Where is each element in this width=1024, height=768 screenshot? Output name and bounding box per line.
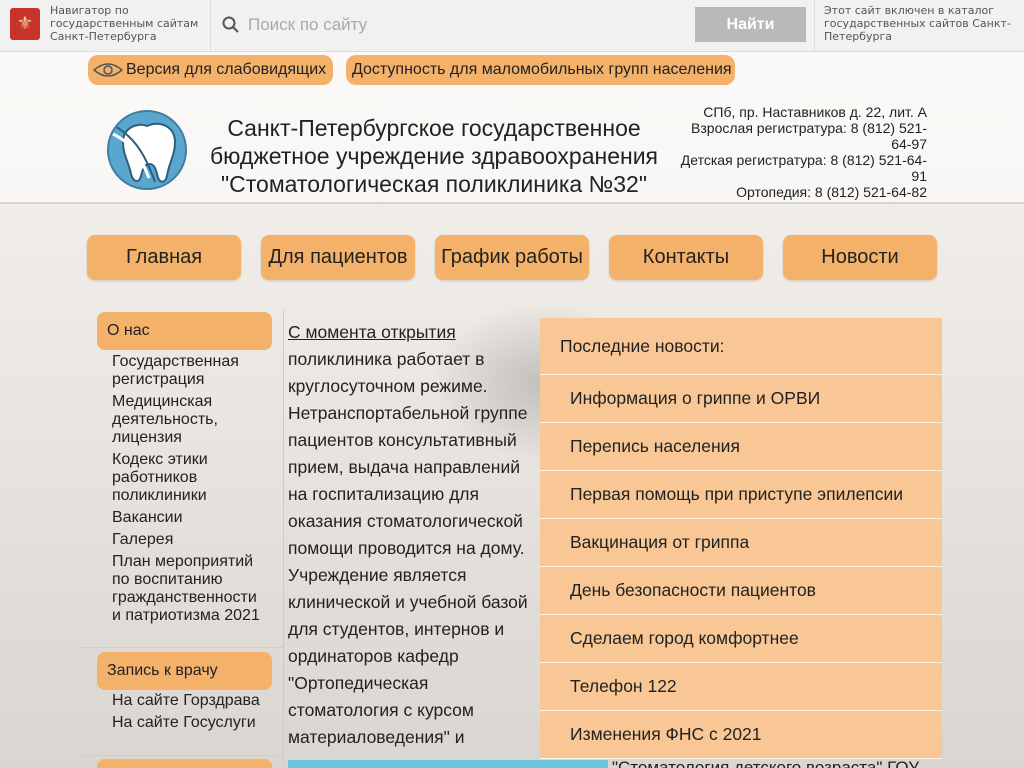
sidebar-link-ethics-code[interactable]: Кодекс этики работников поликлиники [112, 451, 262, 505]
news-item[interactable]: Изменения ФНС с 2021 [540, 711, 942, 759]
about-lead-link[interactable]: С момента открытия [288, 322, 456, 342]
org-name-line: Санкт-Петербургское государственное [227, 115, 641, 141]
organization-name: Санкт-Петербургское государственное бюдж… [196, 114, 672, 198]
eye-icon [92, 63, 124, 77]
adult-registry-phone: Взрослая регистратура: 8 (812) 521-64-97 [691, 120, 927, 152]
divider [78, 647, 283, 648]
divider [210, 0, 211, 52]
sidebar-link-state-registration[interactable]: Государственная регистрация [112, 353, 262, 389]
sidebar-appointment-header[interactable]: Запись к врачу [97, 652, 272, 690]
sidebar-link-gorzdrav[interactable]: На сайте Горздрава [112, 692, 262, 710]
news-item[interactable]: День безопасности пациентов [540, 567, 942, 615]
news-item[interactable]: Информация о гриппе и ОРВИ [540, 375, 942, 423]
sidebar-link-patriotism-plan[interactable]: План мероприятий по воспитанию гражданст… [112, 553, 262, 625]
nav-contacts[interactable]: Контакты [609, 235, 763, 280]
search-icon [222, 16, 239, 33]
gov-catalog-link[interactable]: Этот сайт включен в каталог государствен… [824, 4, 1024, 43]
sidebar-link-gosuslugi[interactable]: На сайте Госуслуги [112, 714, 262, 732]
latest-news-panel: Последние новости: Информация о гриппе и… [540, 318, 942, 759]
org-name-line: бюджетное учреждение здравоохранения [209, 143, 658, 169]
gov-navigator-bar: ⚜ Навигатор по государственным сайтам Са… [0, 0, 1024, 52]
news-item[interactable]: Вакцинация от гриппа [540, 519, 942, 567]
sidebar-next-header[interactable] [97, 759, 272, 768]
low-vision-label: Версия для слабовидящих [126, 61, 327, 78]
org-name-line: "Стоматологическая поликлиника №32" [220, 171, 647, 197]
nav-home[interactable]: Главная [87, 235, 241, 280]
address: СПб, пр. Наставников д. 22, лит. А [703, 104, 927, 120]
news-item[interactable]: Первая помощь при приступе эпилепсии [540, 471, 942, 519]
divider [78, 755, 283, 756]
search-button[interactable]: Найти [695, 7, 806, 42]
nav-schedule[interactable]: График работы [435, 235, 589, 280]
nav-for-patients[interactable]: Для пациентов [261, 235, 415, 280]
clinic-photo [288, 760, 608, 768]
news-item[interactable]: Перепись населения [540, 423, 942, 471]
news-title: Последние новости: [540, 318, 942, 375]
sidebar-about-links: Государственная регистрация Медицинская … [112, 353, 262, 629]
mobility-accessibility-button[interactable]: Доступность для маломобильных групп насе… [346, 55, 735, 85]
header-contacts: СПб, пр. Наставников д. 22, лит. А Взрос… [680, 104, 927, 200]
nav-news[interactable]: Новости [783, 235, 937, 280]
news-item[interactable]: Телефон 122 [540, 663, 942, 711]
sidebar-appointment-links: На сайте Горздрава На сайте Госуслуги [112, 692, 262, 736]
divider [283, 310, 284, 768]
sidebar-link-vacancies[interactable]: Вакансии [112, 509, 262, 527]
low-vision-version-button[interactable]: Версия для слабовидящих [88, 55, 333, 85]
search-input[interactable] [248, 10, 688, 40]
child-registry-phone: Детская регистратура: 8 (812) 521-64-91 [680, 152, 927, 184]
about-text: С момента открытия поликлиника работает … [288, 319, 538, 751]
sidebar-about-header[interactable]: О нас [97, 312, 272, 350]
news-item[interactable]: Сделаем город комфортнее [540, 615, 942, 663]
clinic-logo[interactable] [107, 110, 187, 190]
about-text-continued: "Стоматология детского возраста" ГОУ [612, 758, 920, 768]
orthopedics-phone: Ортопедия: 8 (812) 521-64-82 [736, 184, 927, 200]
divider [814, 0, 815, 52]
sidebar-link-license[interactable]: Медицинская деятельность, лицензия [112, 393, 262, 447]
spb-coat-of-arms-icon[interactable]: ⚜ [10, 8, 40, 40]
about-body: поликлиника работает в круглосуточном ре… [288, 349, 528, 747]
sidebar-link-gallery[interactable]: Галерея [112, 531, 262, 549]
gov-navigator-link[interactable]: Навигатор по государственным сайтам Санк… [50, 4, 200, 43]
